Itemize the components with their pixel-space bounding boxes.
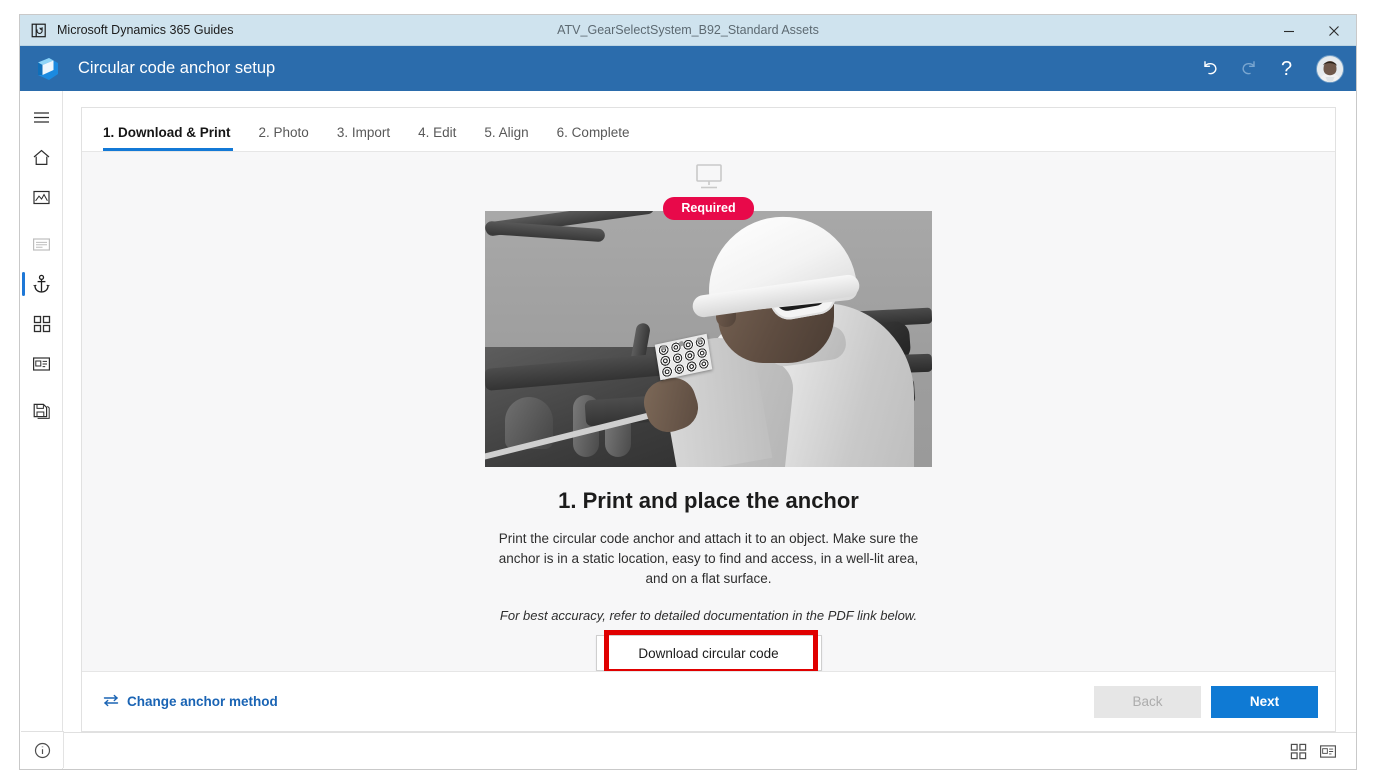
tab-edit[interactable]: 4. Edit [418,125,471,151]
wizard-card: 1. Download & Print 2. Photo 3. Import 4… [81,107,1336,732]
worker-placing-circular-code-anchor-photo [485,211,932,467]
dynamics365-logo [34,55,62,83]
step-note: For best accuracy, refer to detailed doc… [499,608,918,623]
back-button: Back [1094,685,1201,718]
swap-arrows-icon [103,694,119,710]
body-area: 1. Download & Print 2. Photo 3. Import 4… [20,91,1356,769]
wizard-footer: Change anchor method Back Next [82,671,1335,731]
tab-import[interactable]: 3. Import [337,125,405,151]
sidebar-item-steps [20,224,63,264]
wizard-step-content: Required 1. Print and place the anchor P… [82,152,1335,671]
avatar-face [1317,56,1343,82]
undo-icon[interactable] [1194,52,1227,85]
tab-photo[interactable]: 2. Photo [259,125,324,151]
desktop-monitor-icon [692,163,726,196]
sidebar-item-apps[interactable] [20,304,63,344]
close-button[interactable] [1311,15,1356,46]
avatar[interactable] [1316,54,1344,83]
titlebar: Microsoft Dynamics 365 Guides ATV_GearSe… [20,15,1356,46]
next-button[interactable]: Next [1211,685,1318,718]
step-description: Print the circular code anchor and attac… [498,531,919,586]
main-padding: 1. Download & Print 2. Photo 3. Import 4… [63,91,1356,732]
wizard-tabs: 1. Download & Print 2. Photo 3. Import 4… [82,108,1335,152]
illus-tube-2 [485,220,606,243]
redo-icon [1232,52,1265,85]
statusbar-apps-icon[interactable] [1283,736,1313,766]
help-button[interactable]: ? [1270,52,1303,85]
header-left: Circular code anchor setup [20,55,275,83]
info-button[interactable] [21,731,64,768]
header-actions: ? [1194,46,1344,91]
app-header: Circular code anchor setup ? [20,46,1356,91]
help-label: ? [1280,57,1293,80]
statusbar-card-icon[interactable] [1313,736,1343,766]
guides-app-icon [31,22,48,39]
main-region: 1. Download & Print 2. Photo 3. Import 4… [63,91,1356,769]
rail-spacer [20,431,62,769]
download-button-wrapper: Download circular code [595,630,822,671]
step-heading: 1. Print and place the anchor [558,488,859,513]
sidebar-item-card[interactable] [20,344,63,384]
sidebar-item-anchor[interactable] [20,264,63,304]
tab-download-print[interactable]: 1. Download & Print [103,125,246,151]
titlebar-appname: Microsoft Dynamics 365 Guides [57,23,234,37]
app-window: Microsoft Dynamics 365 Guides ATV_GearSe… [19,14,1357,770]
rail-separator-2 [20,384,62,391]
statusbar [63,732,1356,769]
left-rail [20,91,63,769]
window-controls [1266,15,1356,46]
sidebar-item-home[interactable] [20,137,63,177]
sidebar-item-save[interactable] [20,391,63,431]
change-anchor-method-label: Change anchor method [127,694,278,709]
rail-separator [20,217,62,224]
minimize-button[interactable] [1266,15,1311,46]
sidebar-item-media[interactable] [20,177,63,217]
status-badge: Required [663,197,754,220]
sidebar-item-menu[interactable] [20,97,63,137]
tab-complete[interactable]: 6. Complete [557,125,645,151]
titlebar-left: Microsoft Dynamics 365 Guides [20,22,233,39]
download-circular-code-button[interactable]: Download circular code [595,635,822,671]
change-anchor-method-link[interactable]: Change anchor method [103,694,278,710]
page-title: Circular code anchor setup [78,59,276,77]
tab-align[interactable]: 5. Align [484,125,543,151]
